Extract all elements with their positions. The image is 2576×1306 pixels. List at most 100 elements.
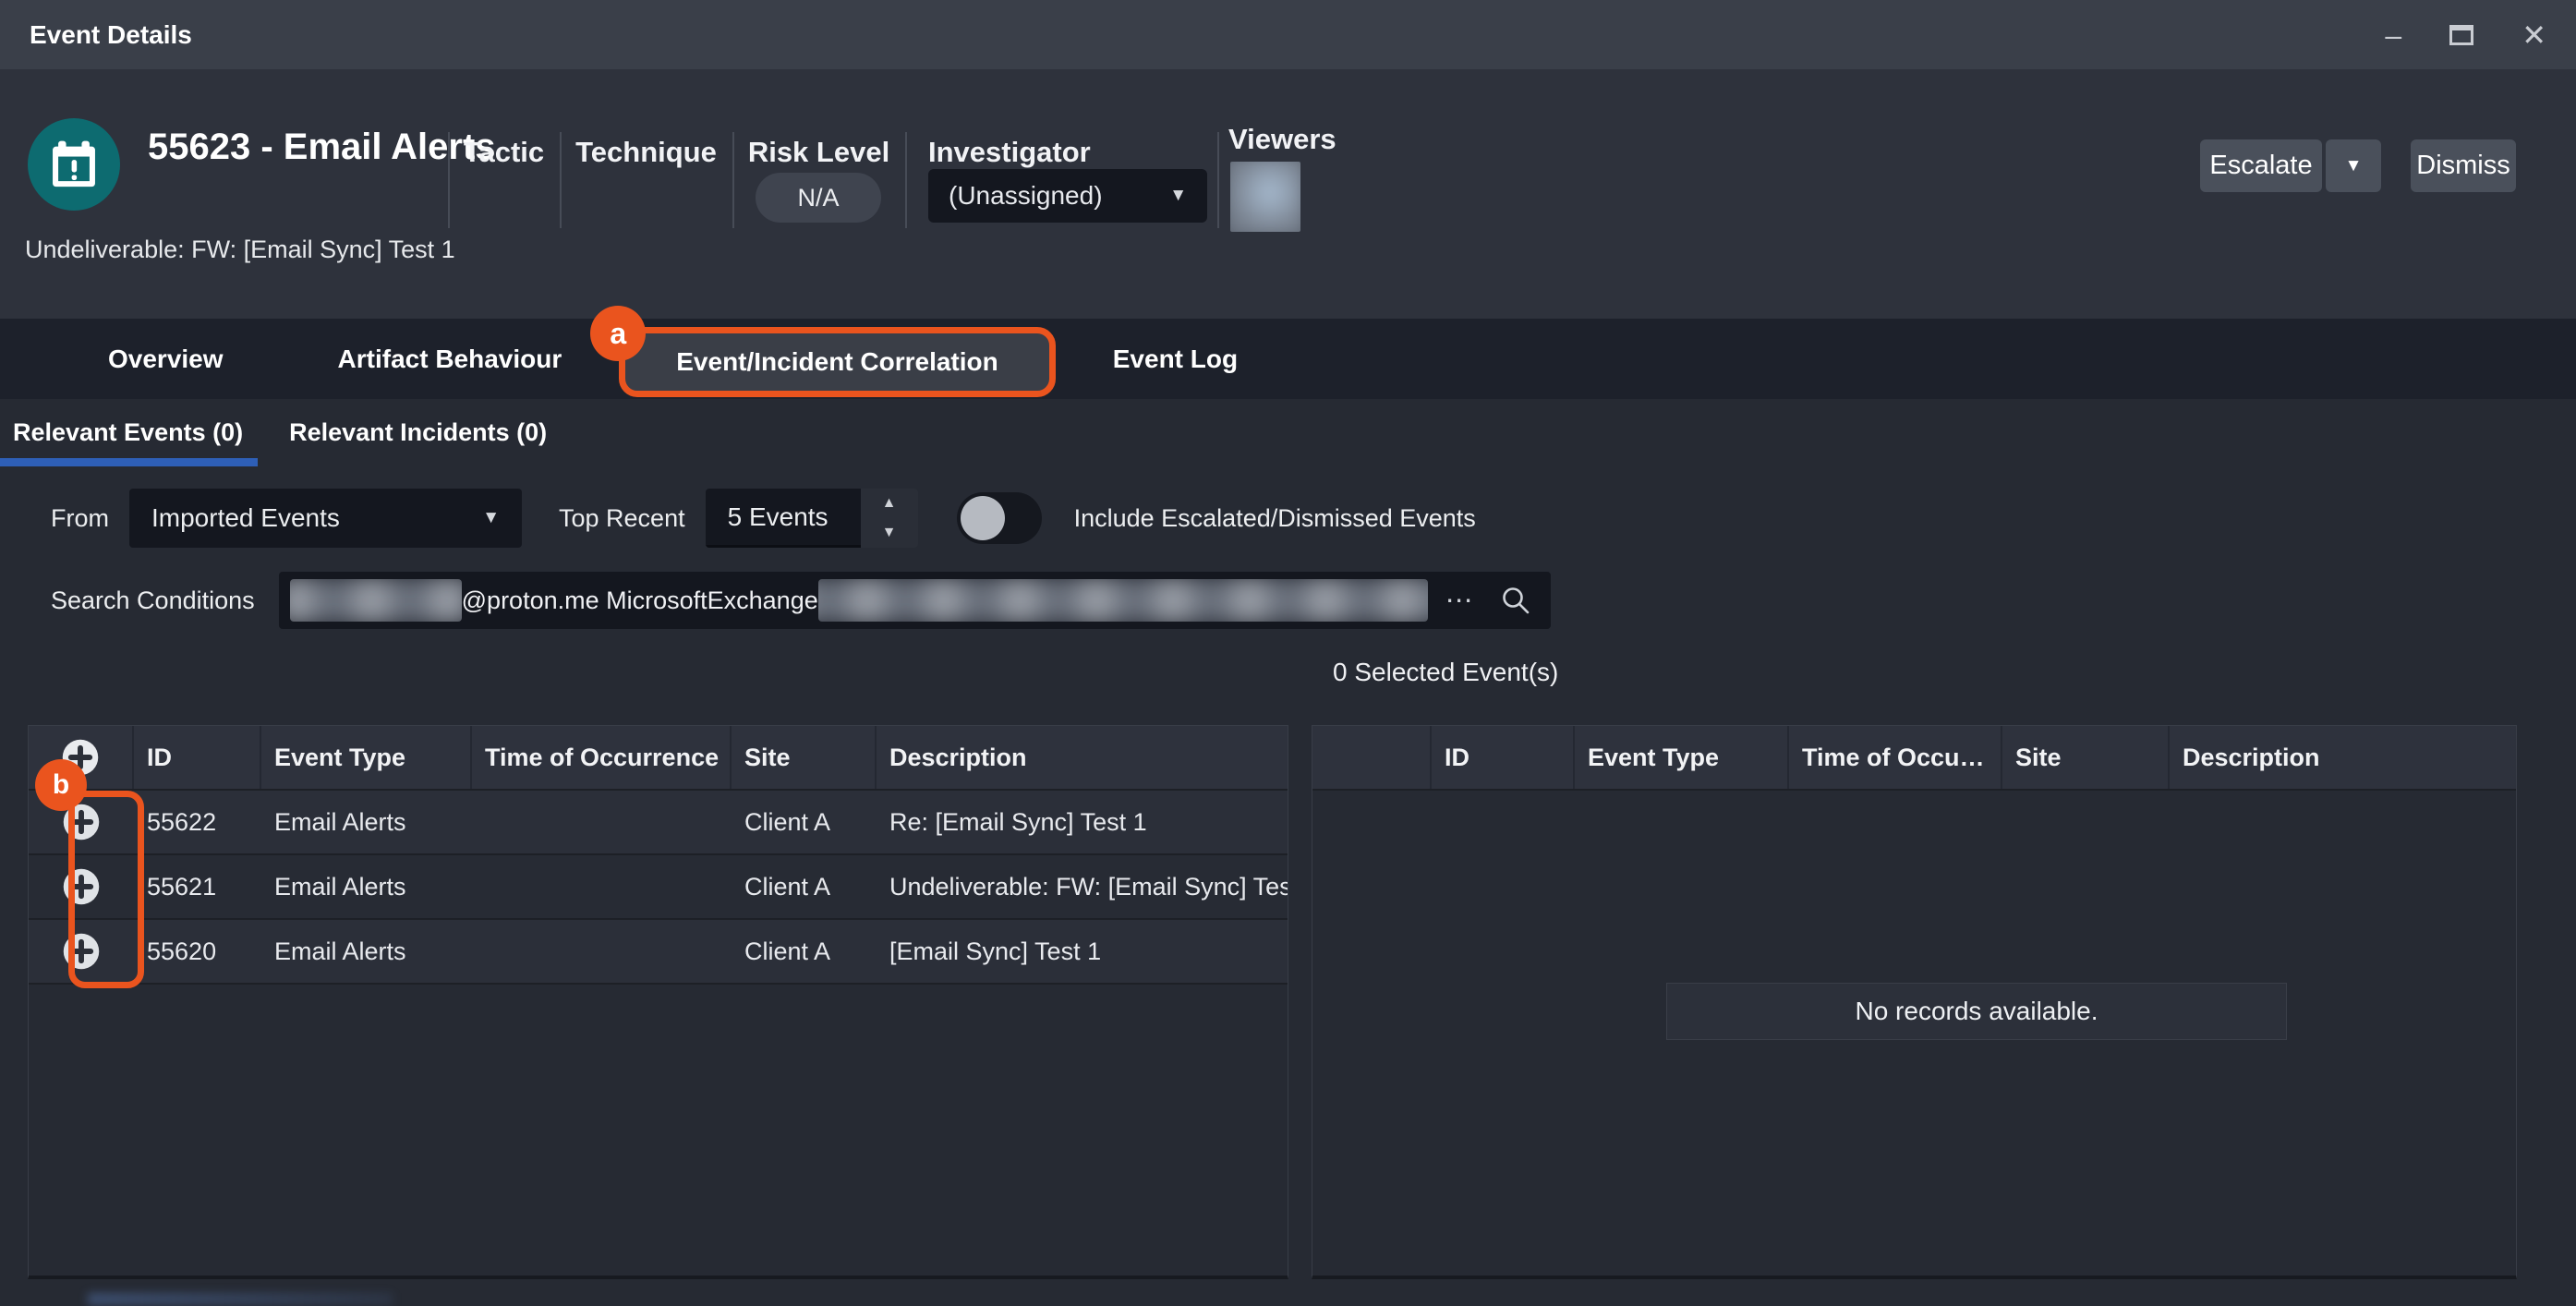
toggle-knob bbox=[961, 496, 1005, 540]
header-divider bbox=[1217, 132, 1219, 228]
add-event-button[interactable] bbox=[62, 867, 101, 906]
tab-artifact-behaviour[interactable]: Artifact Behaviour bbox=[281, 319, 620, 399]
cell-site: Client A bbox=[732, 791, 877, 853]
column-header-empty bbox=[1312, 726, 1432, 789]
redacted-text-blur bbox=[290, 579, 462, 622]
redacted-text-blur bbox=[818, 579, 1428, 622]
main-tab-bar: Overview Artifact Behaviour a Event/Inci… bbox=[0, 319, 2576, 399]
column-header-site[interactable]: Site bbox=[732, 726, 877, 789]
investigator-label: Investigator bbox=[928, 136, 1091, 169]
from-label: From bbox=[51, 504, 109, 533]
subtab-relevant-incidents[interactable]: Relevant Incidents (0) bbox=[289, 399, 547, 466]
spinner-buttons: ▲ ▼ bbox=[861, 489, 918, 548]
chevron-down-icon: ▼ bbox=[482, 508, 500, 528]
table-row[interactable]: 55620 Email Alerts Client A [Email Sync]… bbox=[29, 920, 1288, 985]
table-row[interactable]: 55621 Email Alerts Client A Undeliverabl… bbox=[29, 855, 1288, 920]
redacted-status-blur bbox=[88, 1293, 393, 1305]
top-recent-label: Top Recent bbox=[559, 504, 685, 533]
event-calendar-alert-icon bbox=[28, 118, 120, 211]
close-icon[interactable]: ✕ bbox=[2522, 20, 2546, 50]
column-header-event-type[interactable]: Event Type bbox=[1575, 726, 1789, 789]
from-dropdown[interactable]: Imported Events ▼ bbox=[129, 489, 522, 548]
top-recent-spinner[interactable]: 5 Events ▲ ▼ bbox=[706, 489, 918, 548]
title-bar: Event Details – ✕ bbox=[0, 0, 2576, 69]
calendar-alert-glyph bbox=[47, 138, 101, 191]
tactic-label: Tactic bbox=[448, 136, 560, 169]
include-escalated-label: Include Escalated/Dismissed Events bbox=[1074, 504, 1476, 533]
cell-id: 55621 bbox=[134, 855, 261, 918]
search-conditions-row: Search Conditions @proton.me MicrosoftEx… bbox=[0, 571, 2576, 630]
minimize-icon[interactable]: – bbox=[2385, 20, 2401, 50]
cell-site: Client A bbox=[732, 920, 877, 983]
window-title: Event Details bbox=[30, 20, 192, 50]
table-header-row: ID Event Type Time of Occurrence Site De… bbox=[29, 726, 1288, 791]
maximize-icon[interactable] bbox=[2449, 25, 2473, 45]
viewer-avatar bbox=[1230, 162, 1300, 232]
dismiss-button[interactable]: Dismiss bbox=[2411, 139, 2516, 192]
sub-tab-bar: Relevant Events (0) Relevant Incidents (… bbox=[0, 399, 2576, 466]
table-header-row: ID Event Type Time of Occu… Site Descrip… bbox=[1312, 726, 2516, 791]
annotation-b-badge: b bbox=[35, 759, 87, 811]
chevron-down-icon: ▼ bbox=[2345, 156, 2363, 176]
escalate-button[interactable]: Escalate bbox=[2200, 139, 2322, 192]
event-subtitle: Undeliverable: FW: [Email Sync] Test 1 bbox=[25, 236, 455, 264]
spinner-up-icon[interactable]: ▲ bbox=[861, 489, 918, 518]
cell-description: Undeliverable: FW: [Email Sync] Tes bbox=[877, 855, 1288, 918]
search-conditions-input[interactable]: @proton.me MicrosoftExchange ⋯ bbox=[279, 572, 1551, 629]
risk-level-value: N/A bbox=[756, 173, 881, 223]
selected-events-table: ID Event Type Time of Occu… Site Descrip… bbox=[1312, 725, 2517, 1279]
subtab-relevant-events[interactable]: Relevant Events (0) bbox=[13, 399, 243, 466]
viewer-avatar-blur bbox=[1230, 162, 1300, 232]
viewers-label: Viewers bbox=[1228, 123, 1336, 156]
tab-event-log[interactable]: Event Log bbox=[1056, 319, 1295, 399]
cell-site: Client A bbox=[732, 855, 877, 918]
column-header-description[interactable]: Description bbox=[877, 726, 1288, 789]
tab-overview[interactable]: Overview bbox=[51, 319, 281, 399]
event-details-window: Event Details – ✕ 55623 - Email Alerts T… bbox=[0, 0, 2576, 1306]
investigator-dropdown[interactable]: (Unassigned) ▼ bbox=[928, 169, 1207, 223]
selected-events-count: 0 Selected Event(s) bbox=[1333, 658, 1558, 687]
add-event-button[interactable] bbox=[62, 932, 101, 971]
cell-id: 55620 bbox=[134, 920, 261, 983]
investigator-value: (Unassigned) bbox=[949, 181, 1103, 211]
column-header-description[interactable]: Description bbox=[2170, 726, 2516, 789]
cell-time bbox=[472, 920, 732, 983]
top-recent-value: 5 Events bbox=[706, 489, 861, 548]
search-icon[interactable] bbox=[1499, 584, 1532, 617]
tab-label: Event/Incident Correlation bbox=[676, 347, 998, 377]
relevant-events-table: ID Event Type Time of Occurrence Site De… bbox=[28, 725, 1288, 1279]
column-header-id[interactable]: ID bbox=[134, 726, 261, 789]
filter-controls: From Imported Events ▼ Top Recent 5 Even… bbox=[0, 488, 2576, 549]
cell-description: Re: [Email Sync] Test 1 bbox=[877, 791, 1288, 853]
cell-description: [Email Sync] Test 1 bbox=[877, 920, 1288, 983]
cell-id: 55622 bbox=[134, 791, 261, 853]
column-header-time[interactable]: Time of Occurrence bbox=[472, 726, 732, 789]
escalate-dropdown-button[interactable]: ▼ bbox=[2326, 139, 2381, 192]
column-header-event-type[interactable]: Event Type bbox=[261, 726, 472, 789]
cell-event-type: Email Alerts bbox=[261, 855, 472, 918]
header-divider bbox=[905, 132, 907, 228]
cell-event-type: Email Alerts bbox=[261, 920, 472, 983]
no-records-message: No records available. bbox=[1666, 983, 2287, 1040]
technique-label: Technique bbox=[560, 136, 732, 169]
search-conditions-label: Search Conditions bbox=[51, 586, 255, 615]
column-header-site[interactable]: Site bbox=[2002, 726, 2170, 789]
column-header-id[interactable]: ID bbox=[1432, 726, 1575, 789]
annotation-a-badge: a bbox=[590, 306, 646, 361]
chevron-down-icon: ▼ bbox=[1169, 186, 1187, 206]
cell-time bbox=[472, 855, 732, 918]
cell-time bbox=[472, 791, 732, 853]
table-row[interactable]: 55622 Email Alerts Client A Re: [Email S… bbox=[29, 791, 1288, 855]
event-title: 55623 - Email Alerts bbox=[148, 127, 496, 168]
search-visible-text: @proton.me MicrosoftExchange bbox=[462, 586, 818, 615]
window-controls: – ✕ bbox=[2385, 20, 2546, 50]
risk-level-label: Risk Level bbox=[732, 136, 905, 169]
include-escalated-toggle[interactable] bbox=[957, 492, 1042, 544]
column-header-time[interactable]: Time of Occu… bbox=[1789, 726, 2002, 789]
event-header: 55623 - Email Alerts Tactic Technique Ri… bbox=[0, 69, 2576, 319]
spinner-down-icon[interactable]: ▼ bbox=[861, 518, 918, 548]
ellipsis-button[interactable]: ⋯ bbox=[1445, 585, 1475, 617]
cell-event-type: Email Alerts bbox=[261, 791, 472, 853]
from-value: Imported Events bbox=[151, 503, 340, 533]
tab-event-incident-correlation[interactable]: a Event/Incident Correlation bbox=[619, 327, 1056, 397]
